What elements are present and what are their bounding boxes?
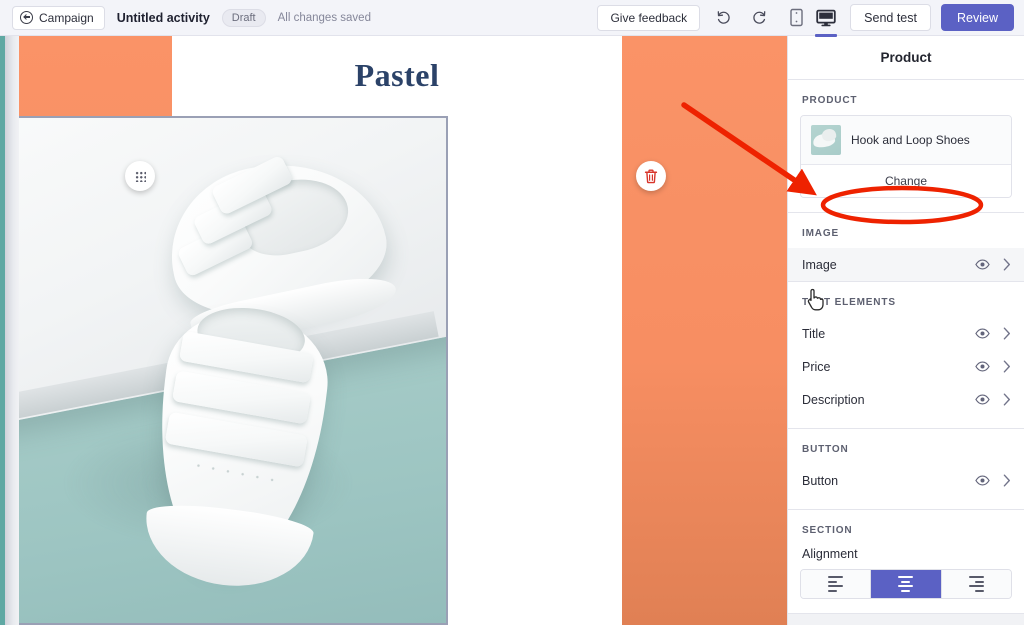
property-row-button-label: Button: [802, 473, 839, 488]
property-row-title-label: Title: [802, 326, 826, 341]
property-row-price-label: Price: [802, 359, 831, 374]
text-elements-section: TEXT ELEMENTS Title Price Description: [788, 282, 1024, 429]
alignment-button-group: [800, 569, 1012, 599]
eye-icon[interactable]: [975, 394, 990, 405]
redo-icon: [752, 11, 766, 24]
property-row-description-label: Description: [802, 392, 865, 407]
desktop-device-icon: [816, 9, 836, 26]
desktop-preview-button[interactable]: [812, 2, 840, 37]
chevron-right-icon[interactable]: [1003, 474, 1011, 487]
left-edge-accent: [0, 0, 5, 625]
product-image-block[interactable]: [2, 116, 448, 625]
mobile-device-icon: [789, 8, 803, 27]
eye-icon[interactable]: [975, 328, 990, 339]
product-item-row[interactable]: Hook and Loop Shoes: [801, 116, 1011, 165]
email-brand-header: Pastel: [172, 36, 622, 115]
email-canvas[interactable]: Pastel: [0, 36, 787, 625]
button-section: BUTTON Button: [788, 429, 1024, 510]
page-title: Product: [880, 50, 932, 65]
left-gutter: [5, 36, 19, 625]
status-badge: Draft: [221, 8, 266, 27]
device-preview-toggle: [782, 2, 840, 37]
property-row-button[interactable]: Button: [788, 464, 1024, 497]
alignment-label: Alignment: [802, 547, 858, 561]
give-feedback-button[interactable]: Give feedback: [597, 4, 701, 31]
property-row-title[interactable]: Title: [788, 317, 1024, 350]
top-toolbar: Campaign Untitled activity Draft All cha…: [0, 0, 1024, 37]
redo-button[interactable]: [746, 5, 772, 31]
align-left-icon: [828, 576, 844, 592]
activity-title: Untitled activity: [116, 10, 210, 25]
section-settings-label: SECTION: [802, 525, 853, 536]
undo-button[interactable]: [710, 5, 736, 31]
product-card: Hook and Loop Shoes Change: [800, 115, 1012, 198]
back-arrow-icon: [20, 11, 33, 24]
eye-icon[interactable]: [975, 259, 990, 270]
product-section: PRODUCT Hook and Loop Shoes Change: [788, 80, 1024, 213]
product-section-label: PRODUCT: [802, 95, 858, 106]
save-status-text: All changes saved: [277, 11, 371, 24]
align-left-button[interactable]: [801, 570, 872, 598]
properties-panel: Product PRODUCT Hook and Loop Shoes Chan…: [787, 36, 1024, 625]
property-row-price[interactable]: Price: [788, 350, 1024, 383]
brand-logo: Pastel: [354, 57, 440, 93]
chevron-right-icon[interactable]: [1003, 327, 1011, 340]
image-section-label: IMAGE: [802, 228, 840, 239]
toolbar-left-group: Campaign Untitled activity Draft All cha…: [0, 5, 371, 30]
chevron-right-icon[interactable]: [1003, 258, 1011, 271]
undo-icon: [717, 11, 730, 24]
property-row-description[interactable]: Description: [788, 383, 1024, 416]
drag-dots-icon: [134, 170, 146, 182]
toolbar-right-group: Give feedback Send test Review: [597, 2, 1024, 37]
align-center-button[interactable]: [871, 570, 942, 598]
section-settings: SECTION Alignment: [788, 510, 1024, 614]
eye-icon[interactable]: [975, 475, 990, 486]
campaign-button-label: Campaign: [39, 10, 94, 25]
image-section: IMAGE Image: [788, 213, 1024, 282]
product-photo: [4, 118, 446, 623]
align-right-button[interactable]: [941, 570, 1011, 598]
block-drag-handle[interactable]: [125, 161, 155, 191]
block-delete-button[interactable]: [636, 161, 666, 191]
send-test-button[interactable]: Send test: [850, 4, 931, 31]
chevron-right-icon[interactable]: [1003, 393, 1011, 406]
trash-icon: [644, 169, 658, 183]
product-name: Hook and Loop Shoes: [851, 133, 970, 147]
text-elements-section-label: TEXT ELEMENTS: [802, 297, 896, 308]
align-center-icon: [898, 576, 914, 592]
property-row-image-label: Image: [802, 257, 837, 272]
product-thumbnail-icon: [811, 125, 841, 155]
change-product-button[interactable]: Change: [801, 165, 1011, 197]
property-row-image[interactable]: Image: [788, 248, 1024, 281]
campaign-back-button[interactable]: Campaign: [12, 5, 105, 30]
review-button[interactable]: Review: [941, 4, 1014, 31]
button-section-label: BUTTON: [802, 444, 849, 455]
sneaker-front: [113, 302, 365, 616]
chevron-right-icon[interactable]: [1003, 360, 1011, 373]
panel-header: Product: [788, 36, 1024, 80]
eye-icon[interactable]: [975, 361, 990, 372]
align-right-icon: [968, 576, 984, 592]
mobile-preview-button[interactable]: [782, 2, 810, 34]
